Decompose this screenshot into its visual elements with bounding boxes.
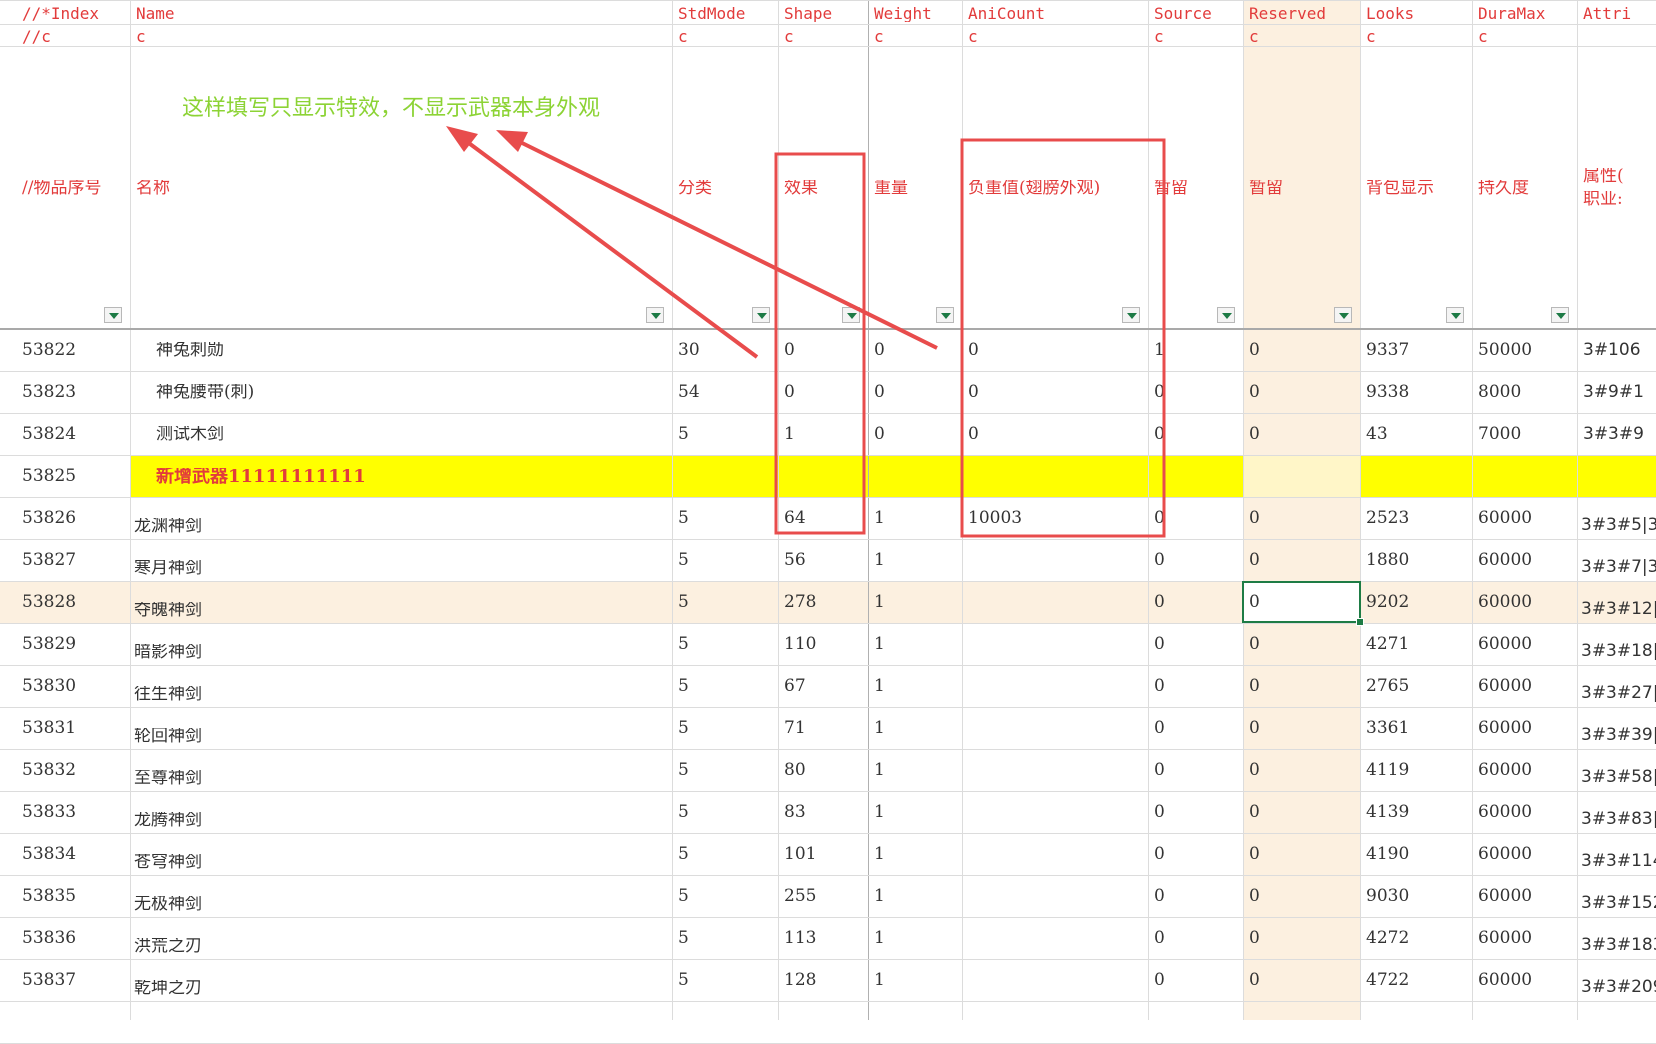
annotation-box-anicount (960, 138, 1166, 538)
annotation-box-shape (774, 152, 866, 535)
annotation-arrow-1 (460, 136, 759, 359)
annotation-arrowhead-2 (496, 130, 528, 152)
annotation-arrow-2 (511, 136, 938, 350)
annotation-overlay (446, 126, 1166, 538)
